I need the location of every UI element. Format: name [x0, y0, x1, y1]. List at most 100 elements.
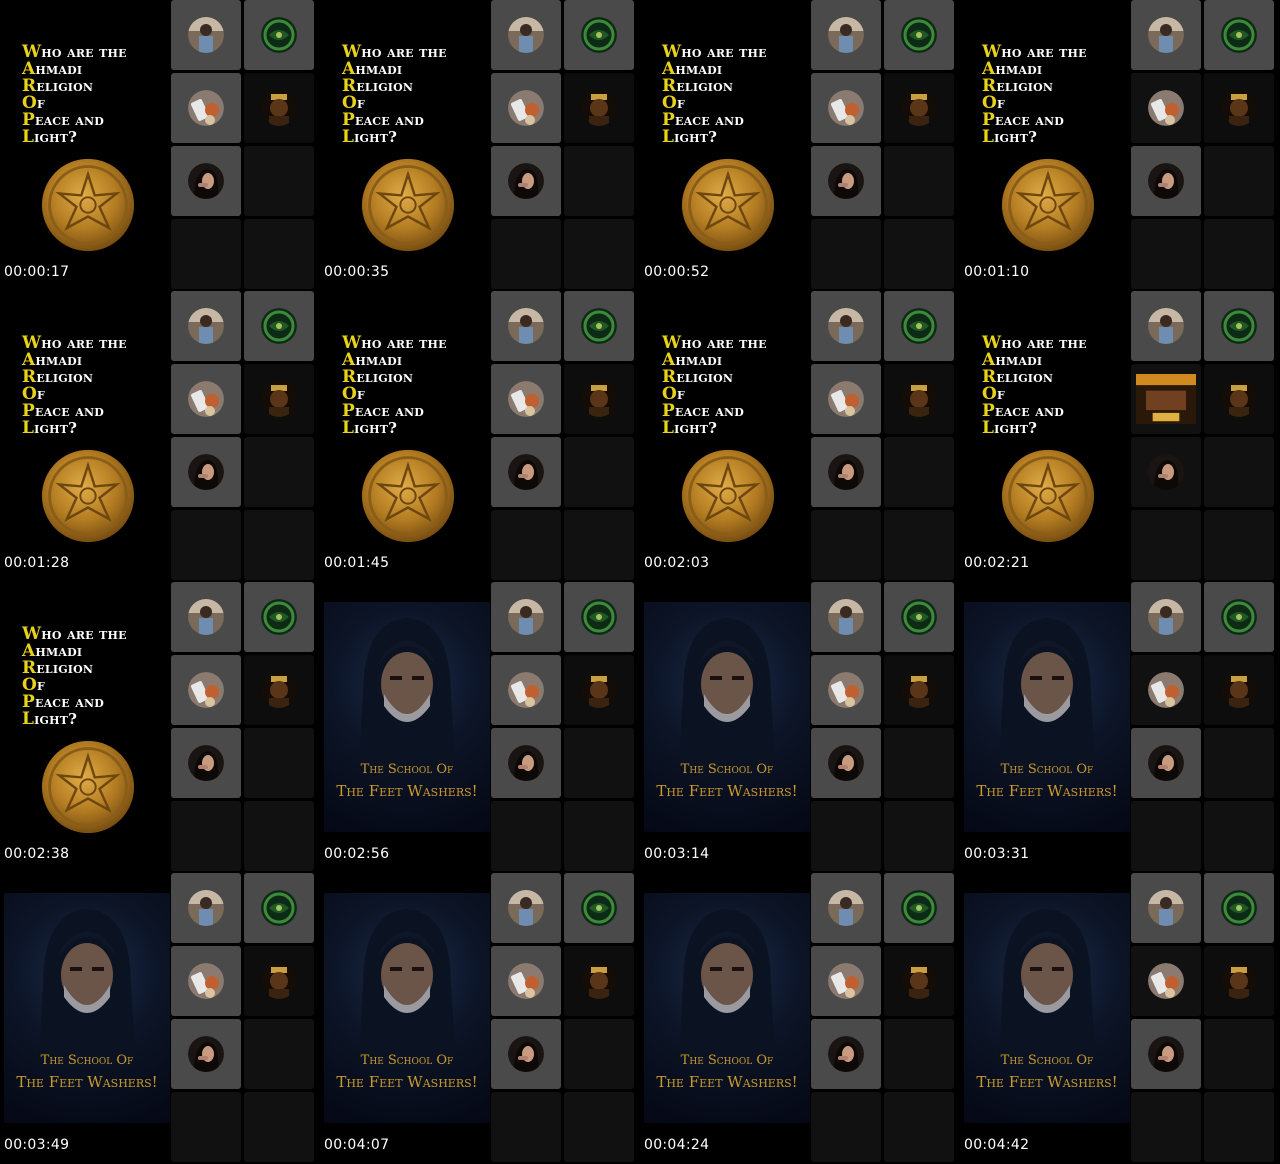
participant-tile[interactable]	[244, 291, 314, 361]
participant-tile[interactable]	[1204, 364, 1274, 434]
participant-tile[interactable]	[1204, 1092, 1274, 1162]
participant-tile[interactable]	[171, 655, 241, 725]
participant-tile[interactable]	[564, 437, 634, 507]
participant-tile[interactable]	[1131, 73, 1201, 143]
participant-tile[interactable]	[244, 728, 314, 798]
participant-tile[interactable]	[811, 1019, 881, 1089]
participant-tile[interactable]	[171, 582, 241, 652]
participant-tile[interactable]	[1131, 1092, 1201, 1162]
participant-tile[interactable]	[491, 946, 561, 1016]
participant-tile[interactable]	[811, 655, 881, 725]
participant-tile[interactable]	[811, 801, 881, 871]
participant-tile[interactable]	[1204, 0, 1274, 70]
participant-tile[interactable]	[884, 437, 954, 507]
participant-tile[interactable]	[1204, 146, 1274, 216]
participant-tile[interactable]	[811, 728, 881, 798]
participant-tile[interactable]	[491, 73, 561, 143]
participant-tile[interactable]	[884, 1019, 954, 1089]
participant-tile[interactable]	[1131, 219, 1201, 289]
participant-tile[interactable]	[1131, 655, 1201, 725]
participant-tile[interactable]	[564, 219, 634, 289]
participant-tile[interactable]	[564, 873, 634, 943]
participant-tile[interactable]	[491, 219, 561, 289]
participant-tile[interactable]	[1204, 437, 1274, 507]
participant-tile[interactable]	[244, 146, 314, 216]
participant-tile[interactable]	[171, 801, 241, 871]
participant-tile[interactable]	[564, 146, 634, 216]
participant-tile[interactable]	[564, 364, 634, 434]
participant-tile[interactable]	[884, 364, 954, 434]
participant-tile[interactable]	[884, 73, 954, 143]
participant-tile[interactable]	[884, 728, 954, 798]
participant-tile[interactable]	[1204, 801, 1274, 871]
participant-tile[interactable]	[811, 146, 881, 216]
participant-tile[interactable]	[491, 0, 561, 70]
participant-tile[interactable]	[491, 510, 561, 580]
participant-tile[interactable]	[1204, 1019, 1274, 1089]
participant-tile[interactable]	[171, 946, 241, 1016]
participant-tile[interactable]	[491, 582, 561, 652]
participant-tile[interactable]	[564, 655, 634, 725]
participant-tile[interactable]	[884, 582, 954, 652]
participant-tile[interactable]	[244, 364, 314, 434]
participant-tile[interactable]	[884, 510, 954, 580]
participant-tile[interactable]	[811, 219, 881, 289]
participant-tile[interactable]	[171, 1092, 241, 1162]
participant-tile[interactable]	[1204, 946, 1274, 1016]
participant-tile[interactable]	[244, 946, 314, 1016]
participant-tile[interactable]	[564, 0, 634, 70]
participant-tile[interactable]	[564, 291, 634, 361]
participant-tile[interactable]	[811, 437, 881, 507]
participant-tile[interactable]	[171, 437, 241, 507]
participant-tile[interactable]	[171, 873, 241, 943]
participant-tile[interactable]	[1204, 219, 1274, 289]
participant-tile[interactable]	[1204, 728, 1274, 798]
participant-tile[interactable]	[1131, 946, 1201, 1016]
participant-tile[interactable]	[171, 0, 241, 70]
participant-tile[interactable]	[811, 946, 881, 1016]
participant-tile[interactable]	[171, 146, 241, 216]
participant-tile[interactable]	[884, 146, 954, 216]
participant-tile[interactable]	[884, 291, 954, 361]
participant-tile[interactable]	[491, 364, 561, 434]
participant-tile[interactable]	[1131, 1019, 1201, 1089]
participant-tile[interactable]	[811, 73, 881, 143]
participant-tile[interactable]	[491, 873, 561, 943]
participant-tile[interactable]	[171, 219, 241, 289]
participant-tile[interactable]	[1131, 801, 1201, 871]
participant-tile[interactable]	[491, 1092, 561, 1162]
participant-tile[interactable]	[244, 582, 314, 652]
participant-tile[interactable]	[244, 73, 314, 143]
participant-tile[interactable]	[171, 510, 241, 580]
participant-tile[interactable]	[491, 801, 561, 871]
participant-tile[interactable]	[171, 73, 241, 143]
participant-tile[interactable]	[564, 1092, 634, 1162]
participant-tile[interactable]	[884, 946, 954, 1016]
participant-tile[interactable]	[564, 510, 634, 580]
participant-tile[interactable]	[244, 873, 314, 943]
participant-tile[interactable]	[491, 146, 561, 216]
participant-tile[interactable]	[1204, 510, 1274, 580]
participant-tile[interactable]	[1131, 582, 1201, 652]
participant-tile[interactable]	[244, 1019, 314, 1089]
participant-tile[interactable]	[244, 801, 314, 871]
participant-tile[interactable]	[811, 510, 881, 580]
participant-tile[interactable]	[1204, 582, 1274, 652]
participant-tile[interactable]	[884, 655, 954, 725]
participant-tile[interactable]	[171, 728, 241, 798]
participant-tile[interactable]	[564, 946, 634, 1016]
participant-tile[interactable]	[1204, 873, 1274, 943]
participant-tile[interactable]	[244, 437, 314, 507]
participant-tile[interactable]	[811, 873, 881, 943]
participant-tile[interactable]	[811, 364, 881, 434]
participant-tile[interactable]	[244, 0, 314, 70]
participant-tile[interactable]	[811, 0, 881, 70]
participant-tile[interactable]	[1131, 0, 1201, 70]
participant-tile[interactable]	[884, 1092, 954, 1162]
participant-tile[interactable]	[564, 73, 634, 143]
participant-tile[interactable]	[244, 1092, 314, 1162]
participant-tile[interactable]	[1131, 728, 1201, 798]
participant-tile[interactable]	[491, 655, 561, 725]
participant-tile[interactable]	[171, 291, 241, 361]
participant-tile[interactable]	[491, 437, 561, 507]
